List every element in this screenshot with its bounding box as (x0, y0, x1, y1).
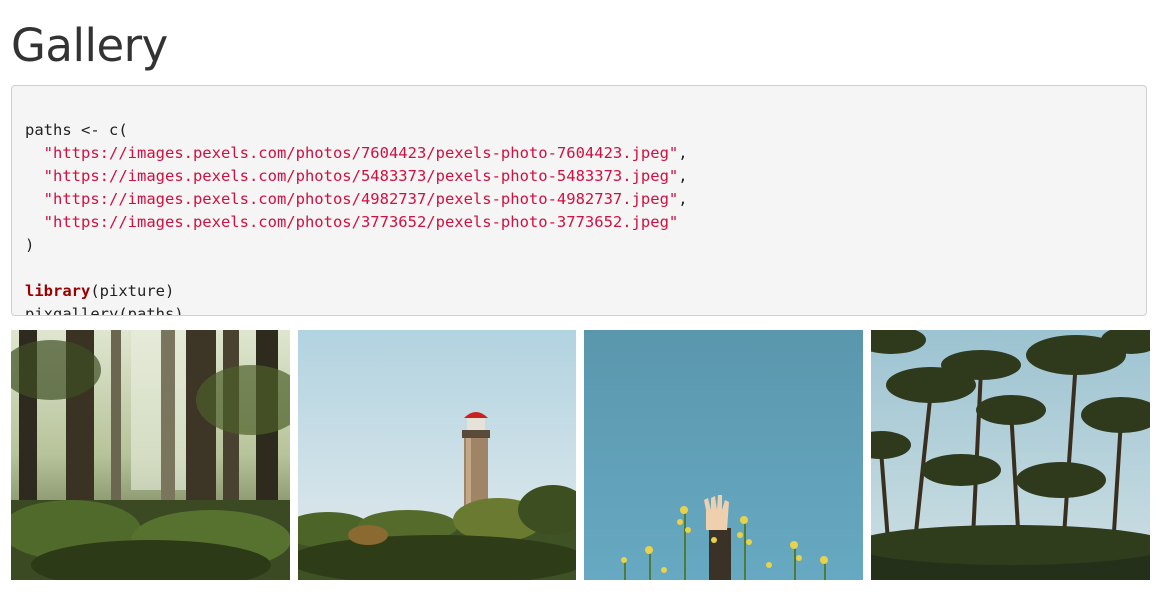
code-text: ) (25, 236, 35, 254)
code-line: library(pixture) (25, 280, 1133, 303)
gallery-image-palms[interactable] (871, 330, 1150, 580)
code-line: paths <- c( (25, 119, 1133, 142)
code-text: , (678, 167, 688, 185)
code-text: paths <- c( (25, 121, 128, 139)
palm-trees-photo (871, 330, 1150, 580)
code-string: "https://images.pexels.com/photos/377365… (43, 213, 679, 231)
forest-photo (11, 330, 290, 580)
code-text: pixgallery(paths) (25, 305, 184, 316)
code-block[interactable]: paths <- c( "https://images.pexels.com/p… (11, 85, 1147, 316)
page: Gallery paths <- c( "https://images.pexe… (0, 0, 1162, 604)
code-line: ) (25, 234, 1133, 257)
code-line: "https://images.pexels.com/photos/760442… (25, 142, 1133, 165)
code-string: "https://images.pexels.com/photos/760442… (43, 144, 679, 162)
gallery-image-hand[interactable] (584, 330, 863, 580)
gallery-image-forest[interactable] (11, 330, 290, 580)
code-function: library (25, 282, 91, 300)
code-text: , (678, 190, 688, 208)
image-gallery (11, 330, 1150, 580)
code-line: "https://images.pexels.com/photos/548337… (25, 165, 1133, 188)
code-string: "https://images.pexels.com/photos/548337… (43, 167, 679, 185)
gallery-image-lighthouse[interactable] (298, 330, 576, 580)
code-text: , (678, 144, 688, 162)
code-line: "https://images.pexels.com/photos/498273… (25, 188, 1133, 211)
code-string: "https://images.pexels.com/photos/498273… (43, 190, 679, 208)
code-text: (pixture) (90, 282, 175, 300)
hand-flowers-photo (584, 330, 863, 580)
code-line: "https://images.pexels.com/photos/377365… (25, 211, 1133, 234)
page-title: Gallery (11, 19, 168, 72)
code-line: pixgallery(paths) (25, 303, 1133, 316)
lighthouse-photo (298, 330, 576, 580)
